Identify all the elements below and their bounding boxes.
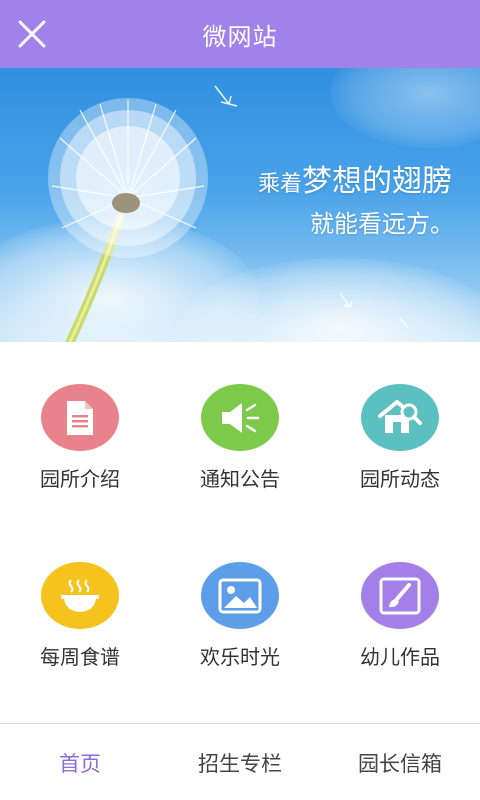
- menu-item-recipe[interactable]: 每周食谱: [0, 520, 160, 670]
- menu-item-label: 欢乐时光: [200, 645, 280, 669]
- paintbrush-icon: [379, 577, 421, 614]
- menu-item-label: 幼儿作品: [360, 645, 440, 669]
- app-root: 微网站 乘着梦想的翅膀 就能看远方。 园所介绍 通知公告 园所动态 每周食谱 欢…: [0, 0, 480, 800]
- banner-slogan-large: 梦想的翅膀: [302, 164, 452, 199]
- menu-icon-circle: [41, 562, 119, 629]
- bottom-tabbar: 首页 招生专栏 园长信箱: [0, 723, 480, 800]
- menu-icon-circle: [41, 384, 119, 451]
- menu-item-news[interactable]: 园所动态: [320, 342, 480, 492]
- close-button[interactable]: [14, 16, 50, 52]
- house-search-icon: [378, 399, 422, 433]
- banner-image: 乘着梦想的翅膀 就能看远方。: [0, 68, 480, 342]
- menu-item-label: 通知公告: [200, 467, 280, 491]
- tab-home[interactable]: 首页: [0, 724, 160, 800]
- menu-icon-circle: [361, 562, 439, 629]
- menu-item-happytime[interactable]: 欢乐时光: [160, 520, 320, 670]
- page-title: 微网站: [202, 22, 278, 51]
- menu-item-artwork[interactable]: 幼儿作品: [320, 520, 480, 670]
- menu-icon-circle: [201, 384, 279, 451]
- menu-item-label: 每周食谱: [40, 645, 120, 669]
- menu-icon-circle: [201, 562, 279, 629]
- menu-item-label: 园所介绍: [40, 467, 120, 491]
- tab-mailbox[interactable]: 园长信箱: [320, 724, 480, 800]
- header-bar: 微网站: [0, 0, 480, 68]
- menu-item-notice[interactable]: 通知公告: [160, 342, 320, 492]
- banner-slogan-line1: 乘着梦想的翅膀: [258, 156, 452, 200]
- menu-item-label: 园所动态: [360, 467, 440, 491]
- image-icon: [218, 578, 262, 613]
- menu-icon-circle: [361, 384, 439, 451]
- banner-slogan-small: 乘着: [257, 172, 302, 197]
- feature-grid: 园所介绍 通知公告 园所动态 每周食谱 欢乐时光 幼儿作品: [0, 342, 480, 723]
- close-icon: [18, 20, 46, 48]
- menu-item-intro[interactable]: 园所介绍: [0, 342, 160, 492]
- document-icon: [67, 400, 93, 435]
- megaphone-icon: [222, 402, 260, 433]
- tab-admission[interactable]: 招生专栏: [160, 724, 320, 800]
- bowl-icon: [61, 578, 99, 612]
- banner-slogan-line2: 就能看远方。: [310, 210, 454, 238]
